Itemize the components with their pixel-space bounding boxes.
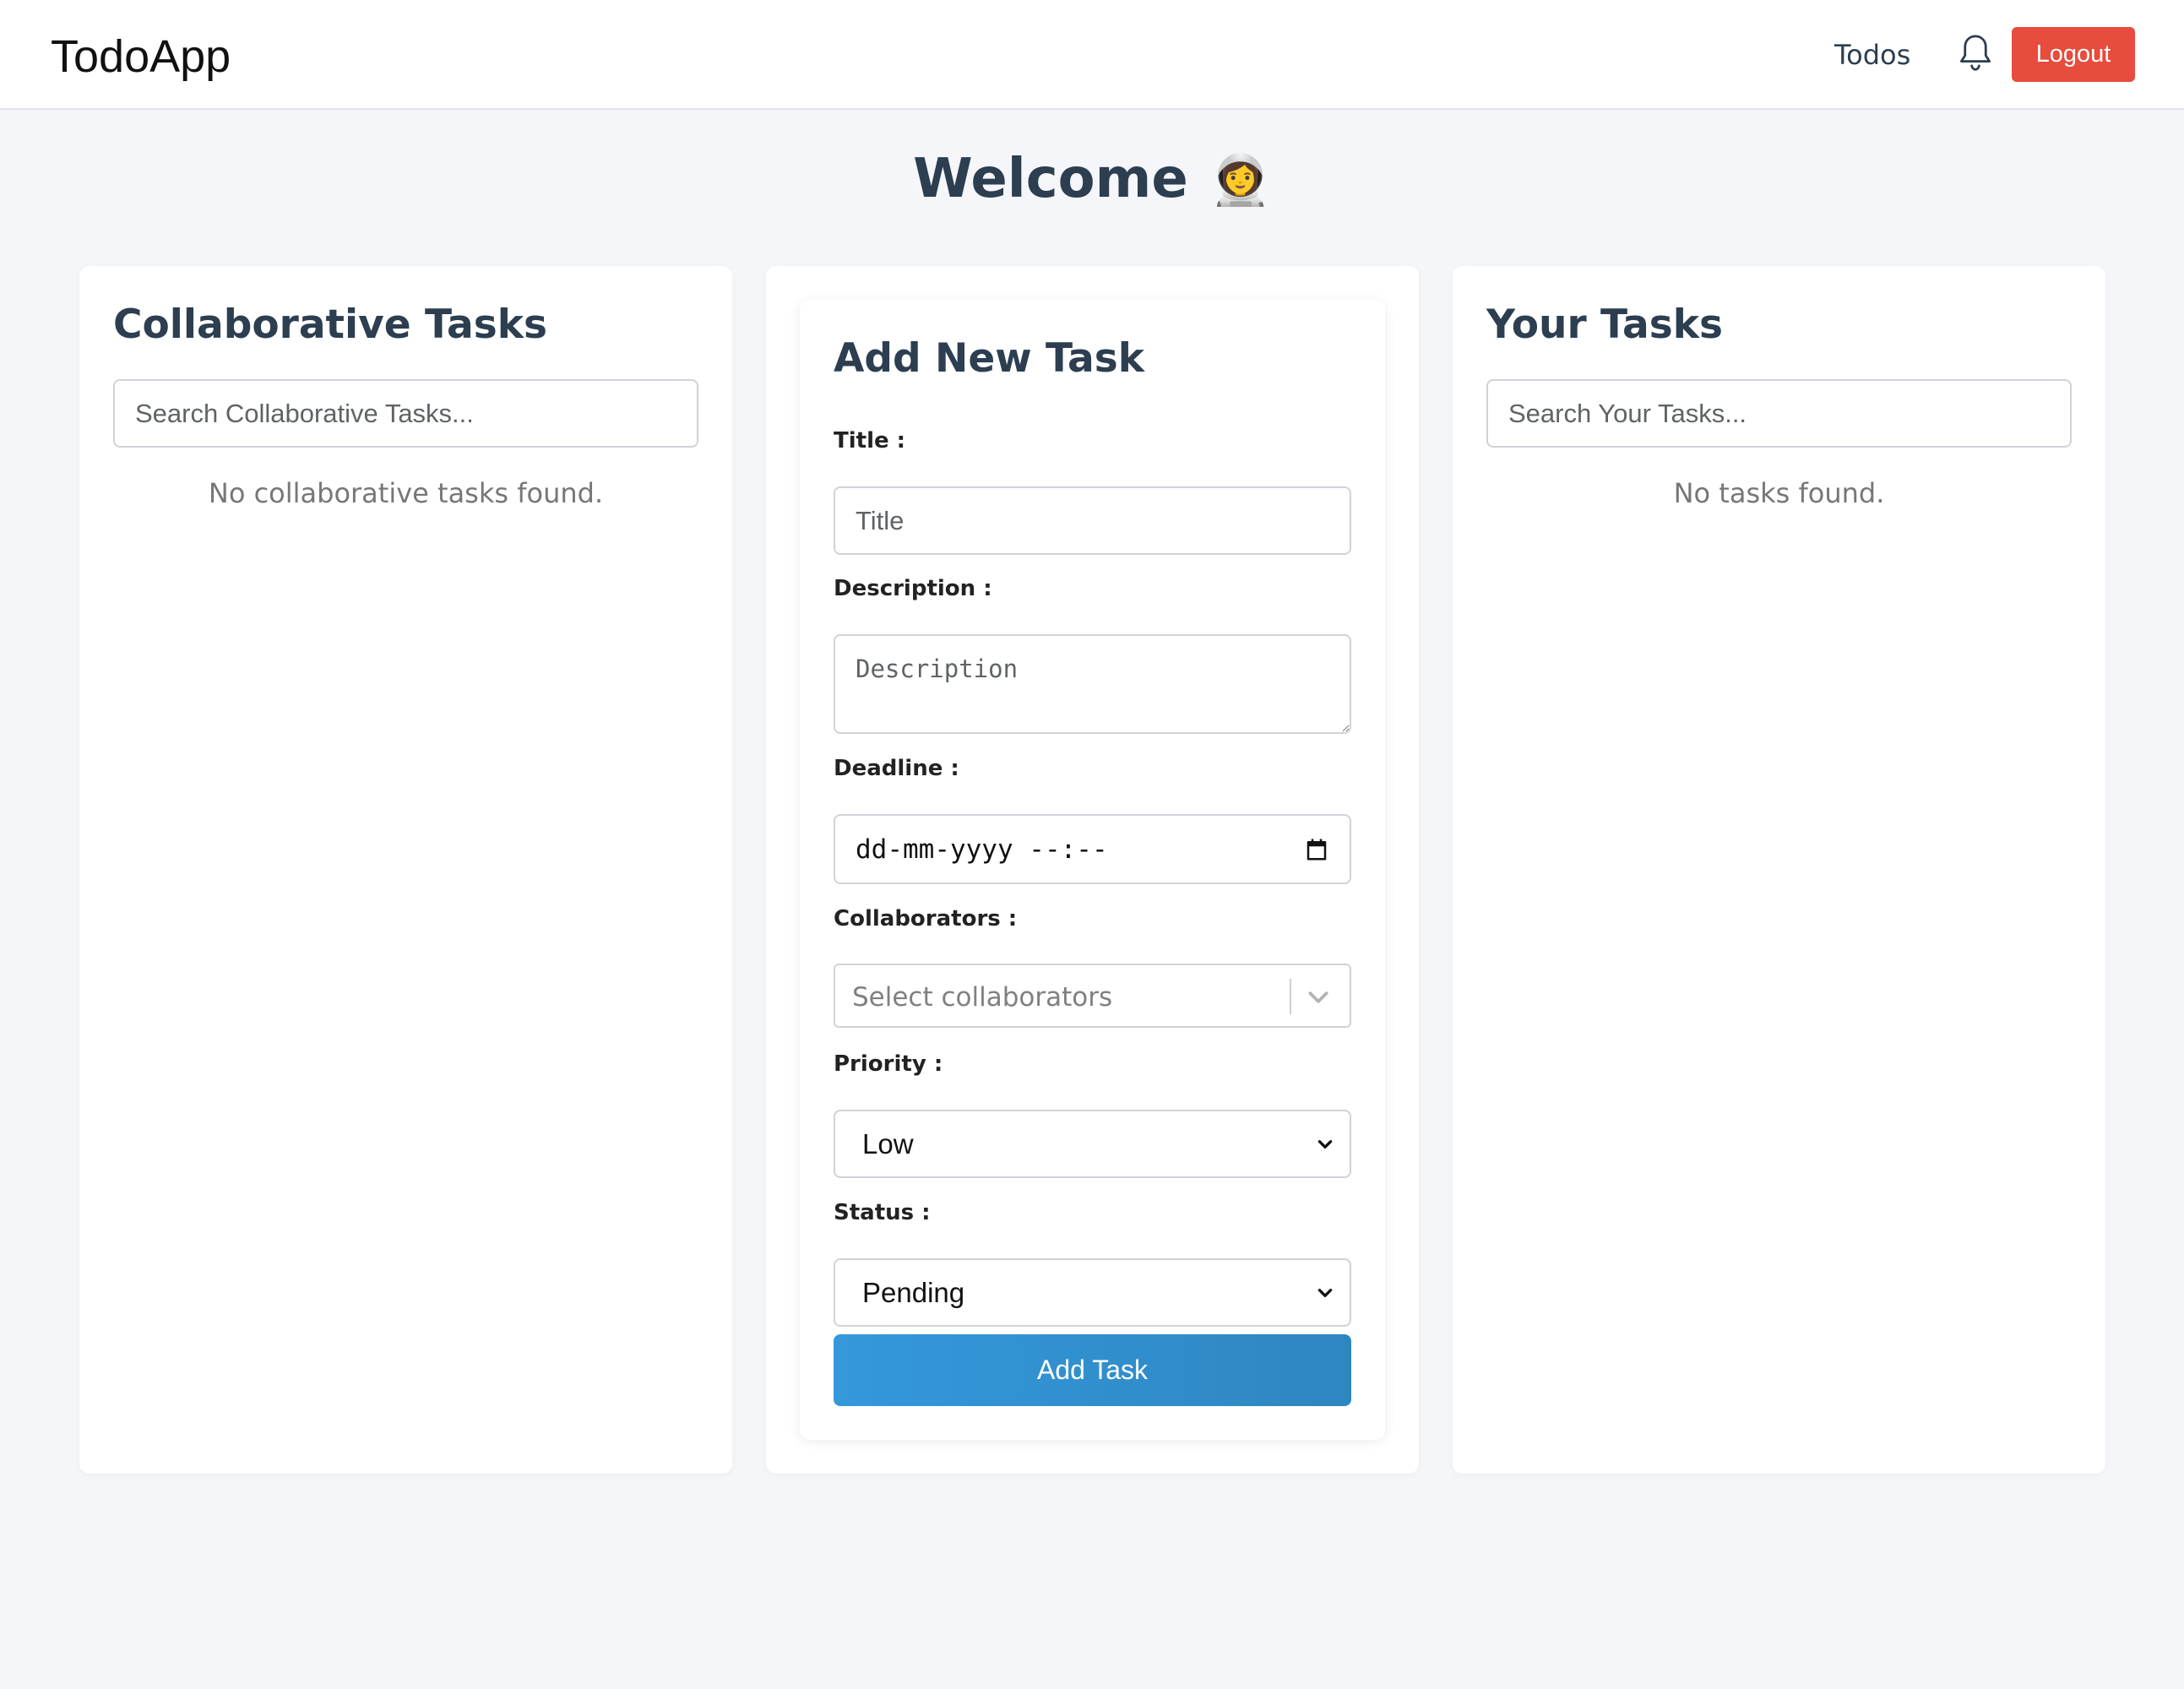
nav-link-todos[interactable]: Todos: [1834, 39, 1910, 71]
navbar: TodoApp Todos Logout: [0, 0, 2184, 110]
add-task-button[interactable]: Add Task: [834, 1334, 1351, 1406]
title-input[interactable]: [834, 486, 1351, 555]
chevron-down-icon: [1317, 1139, 1333, 1149]
collaborative-search-input[interactable]: [113, 379, 698, 448]
collaborative-tasks-panel: Collaborative Tasks No collaborative tas…: [79, 266, 732, 1474]
add-task-panel: Add New Task Title : Description : Deadl…: [766, 266, 1419, 1474]
add-task-title: Add New Task: [834, 335, 1144, 382]
status-value: Pending: [862, 1276, 965, 1308]
deadline-input[interactable]: dd-mm-yyyy --:--: [834, 814, 1351, 884]
status-label: Status :: [834, 1200, 931, 1225]
collaborative-empty-message: No collaborative tasks found.: [208, 477, 604, 509]
your-tasks-search-input[interactable]: [1486, 379, 2072, 448]
welcome-text: Welcome: [913, 148, 1188, 210]
priority-select[interactable]: Low: [834, 1110, 1351, 1178]
title-label: Title :: [834, 428, 906, 453]
add-task-form: Add New Task Title : Description : Deadl…: [800, 300, 1385, 1440]
status-select[interactable]: Pending: [834, 1258, 1351, 1327]
your-tasks-empty-message: No tasks found.: [1673, 477, 1885, 509]
your-tasks-panel: Your Tasks No tasks found.: [1453, 266, 2105, 1474]
collaborators-select[interactable]: Select collaborators: [834, 964, 1351, 1028]
collaborators-placeholder: Select collaborators: [852, 982, 1113, 1013]
chevron-down-icon: [1317, 1288, 1333, 1297]
calendar-icon[interactable]: [1304, 837, 1329, 862]
deadline-value: dd-mm-yyyy --:--: [856, 834, 1108, 865]
brand-logo[interactable]: TodoApp: [51, 30, 231, 83]
priority-value: Low: [862, 1127, 914, 1159]
description-textarea[interactable]: [834, 634, 1351, 734]
bell-icon[interactable]: [1958, 32, 1993, 74]
your-tasks-title: Your Tasks: [1486, 301, 1723, 348]
collaborative-tasks-title: Collaborative Tasks: [113, 301, 547, 348]
deadline-label: Deadline :: [834, 756, 959, 781]
welcome-heading: Welcome 👩‍🚀: [0, 148, 2184, 210]
priority-label: Priority :: [834, 1051, 943, 1077]
logout-button[interactable]: Logout: [2012, 27, 2135, 82]
chevron-down-icon[interactable]: [1305, 984, 1332, 1011]
description-label: Description :: [834, 576, 992, 601]
select-separator: [1290, 979, 1291, 1014]
astronaut-emoji: 👩‍🚀: [1209, 151, 1271, 209]
collaborators-label: Collaborators :: [834, 906, 1018, 931]
